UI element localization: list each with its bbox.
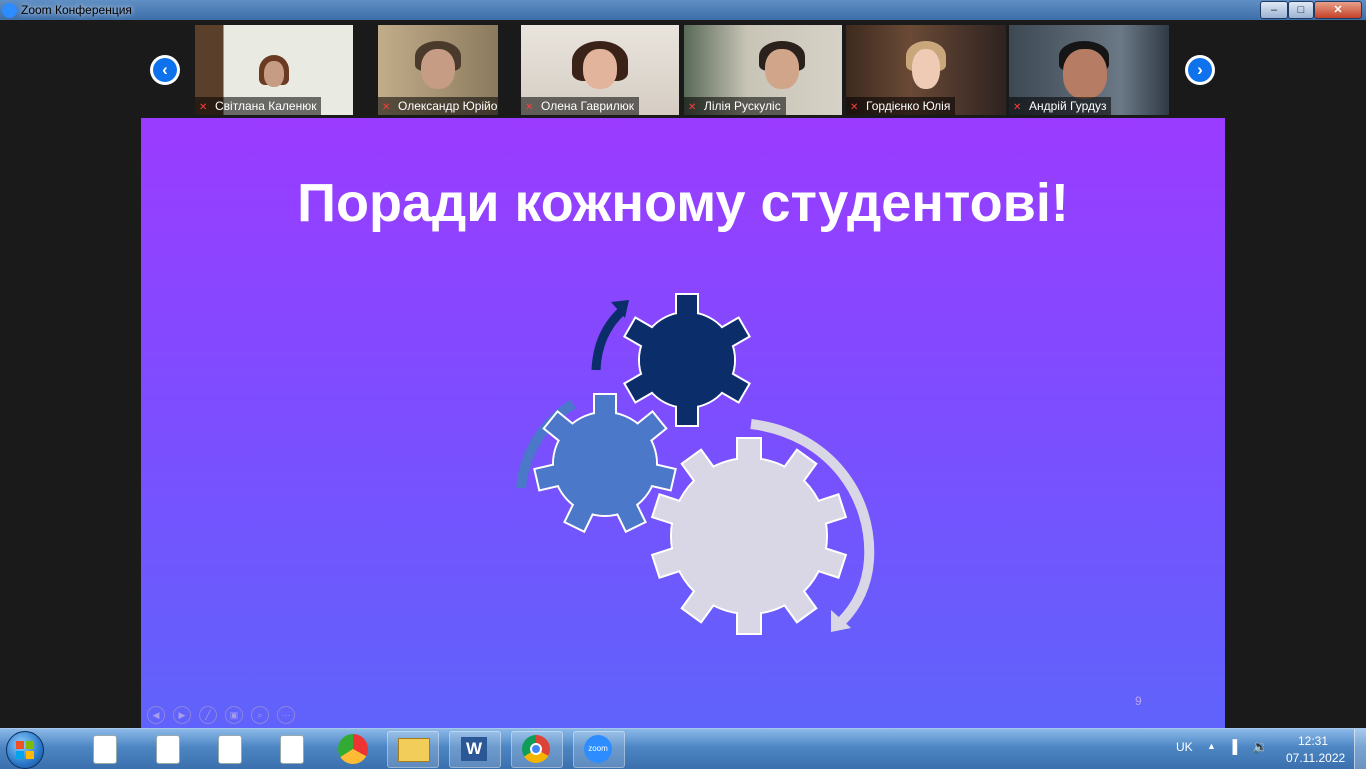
slides-grid-icon[interactable]: ▣ bbox=[225, 706, 243, 724]
folder-icon bbox=[398, 738, 430, 762]
more-options-icon[interactable]: ⋯ bbox=[277, 706, 295, 724]
windows-logo-icon bbox=[16, 741, 34, 759]
participant-video bbox=[912, 49, 940, 89]
document-icon[interactable] bbox=[218, 735, 242, 764]
participant-name: Гордієнко Юлія bbox=[866, 99, 951, 113]
mic-muted-icon: ✕ bbox=[688, 102, 697, 113]
taskbar-zoom-button[interactable]: zoom bbox=[573, 731, 625, 768]
mic-muted-icon: ✕ bbox=[1013, 102, 1022, 113]
participant-nameplate: ✕ Світлана Каленюк bbox=[195, 97, 322, 115]
participant-name: Світлана Каленюк bbox=[215, 99, 317, 113]
next-participants-button[interactable]: › bbox=[1185, 55, 1215, 85]
word-icon: W bbox=[461, 737, 487, 761]
rotation-arrow bbox=[591, 306, 627, 371]
show-hidden-icons-icon[interactable]: ▲ bbox=[1207, 741, 1216, 751]
participant-tile[interactable]: ✕ Гордієнко Юлія bbox=[846, 25, 1006, 115]
participant-nameplate: ✕ Олена Гаврилюк bbox=[521, 97, 640, 115]
mic-muted-icon: ✕ bbox=[382, 102, 391, 113]
restore-button[interactable]: □ bbox=[1288, 1, 1314, 19]
meeting-area: ‹ › ✕ Світлана Каленюк ✕ Олександр Юрійови… bbox=[0, 20, 1366, 728]
participant-nameplate: ✕ Олександр Юрійович bbox=[378, 97, 498, 115]
mic-muted-icon: ✕ bbox=[850, 102, 859, 113]
participant-video bbox=[264, 61, 284, 87]
chevron-right-icon: › bbox=[1188, 58, 1212, 82]
slide-number: 9 bbox=[1135, 694, 1142, 708]
language-indicator[interactable]: UK bbox=[1176, 740, 1193, 754]
volume-icon[interactable]: 🔉 bbox=[1252, 739, 1268, 755]
participant-nameplate: ✕ Лілія Рускуліс bbox=[684, 97, 786, 115]
participant-nameplate: ✕ Андрій Гурдуз bbox=[1009, 97, 1112, 115]
participant-tile[interactable]: ✕ Лілія Рускуліс bbox=[684, 25, 842, 115]
previous-slide-icon[interactable]: ◀ bbox=[147, 706, 165, 724]
gears-illustration bbox=[516, 293, 875, 635]
participant-nameplate: ✕ Гордієнко Юлія bbox=[846, 97, 956, 115]
participant-video bbox=[1063, 49, 1107, 99]
zoom-icon[interactable]: ⌕ bbox=[251, 706, 269, 724]
participant-name: Андрій Гурдуз bbox=[1029, 99, 1107, 113]
next-slide-icon[interactable]: ▶ bbox=[173, 706, 191, 724]
slide-title: Поради кожному студентові! bbox=[297, 173, 1069, 233]
zoom-app-icon bbox=[2, 3, 17, 18]
zoom-icon: zoom bbox=[584, 735, 612, 763]
participant-tile[interactable]: ✕ Олена Гаврилюк bbox=[521, 25, 679, 115]
participant-name: Олександр Юрійович bbox=[398, 99, 498, 113]
dark-gear bbox=[622, 293, 752, 427]
chrome-icon bbox=[522, 735, 550, 763]
window-title: Zoom Конференция bbox=[21, 3, 132, 17]
shared-slide: Поради кожному студентові! 9 ◀ ▶ ╱ ▣ ⌕ ⋯ bbox=[141, 118, 1225, 728]
close-button[interactable]: ✕ bbox=[1314, 1, 1362, 19]
light-gear bbox=[650, 437, 848, 635]
participant-video bbox=[421, 49, 455, 89]
document-icon[interactable] bbox=[156, 735, 180, 764]
windows-taskbar: W zoom UK ▲ ▐ 🔉 12:31 07.11.2022 bbox=[0, 728, 1366, 769]
participant-tile[interactable]: ✕ Олександр Юрійович bbox=[378, 25, 498, 115]
clock-time[interactable]: 12:31 bbox=[1298, 734, 1328, 748]
chevron-left-icon: ‹ bbox=[153, 58, 177, 82]
participant-video bbox=[583, 49, 617, 89]
taskbar-explorer-button[interactable] bbox=[387, 731, 439, 768]
taskbar-word-button[interactable]: W bbox=[449, 731, 501, 768]
mic-muted-icon: ✕ bbox=[525, 102, 534, 113]
document-icon[interactable] bbox=[93, 735, 117, 764]
participant-name: Олена Гаврилюк bbox=[541, 99, 635, 113]
participant-video bbox=[764, 49, 799, 89]
mic-muted-icon: ✕ bbox=[199, 102, 208, 113]
participant-tile[interactable]: ✕ Андрій Гурдуз bbox=[1009, 25, 1169, 115]
pen-icon[interactable]: ╱ bbox=[199, 706, 217, 724]
document-icon[interactable] bbox=[280, 735, 304, 764]
network-icon[interactable]: ▐ bbox=[1228, 739, 1237, 754]
taskbar-chrome-button[interactable] bbox=[511, 731, 563, 768]
browser-shield-icon[interactable] bbox=[338, 734, 368, 764]
participant-tile[interactable]: ✕ Світлана Каленюк bbox=[195, 25, 353, 115]
participant-name: Лілія Рускуліс bbox=[704, 99, 781, 113]
minimize-button[interactable]: – bbox=[1260, 1, 1288, 19]
start-button[interactable] bbox=[6, 731, 44, 769]
prev-participants-button[interactable]: ‹ bbox=[150, 55, 180, 85]
show-desktop-button[interactable] bbox=[1354, 729, 1366, 769]
window-titlebar: Zoom Конференция – □ ✕ bbox=[0, 0, 1366, 20]
clock-date[interactable]: 07.11.2022 bbox=[1286, 751, 1345, 765]
